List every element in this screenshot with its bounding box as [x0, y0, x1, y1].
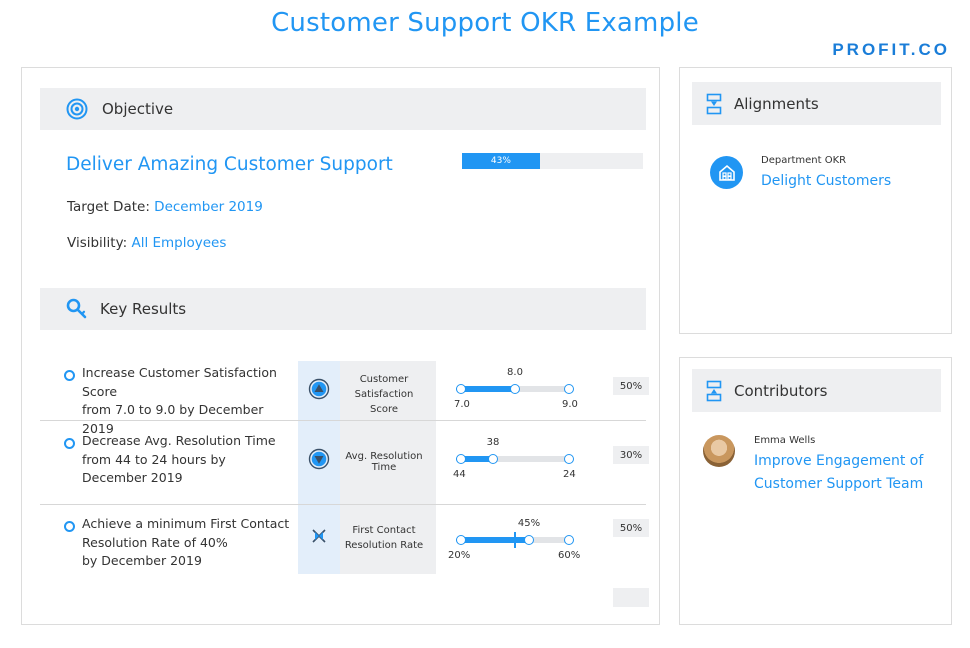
kr-description: Achieve a minimum First Contact Resoluti… [82, 515, 297, 571]
kr-description: Decrease Avg. Resolution Time from 44 to… [82, 432, 297, 488]
kr-description-line: Achieve a minimum First Contact [82, 516, 290, 531]
objective-section-label: Objective [102, 100, 174, 118]
key-icon [66, 298, 87, 319]
target-date-label: Target Date: [67, 199, 150, 215]
contributor-name: Emma Wells [754, 435, 816, 446]
key-results-section-label: Key Results [100, 300, 187, 318]
alignment-caption: Department OKR [761, 155, 847, 166]
objective-title[interactable]: Deliver Amazing Customer Support [66, 154, 393, 175]
kr-percent-badge: 30% [613, 446, 649, 464]
kr-percent-badge: 50% [613, 377, 649, 395]
visibility-label: Visibility: [67, 235, 128, 251]
slider-target-knob [564, 384, 574, 394]
kr-description-line: from 44 to 24 hours by [82, 451, 226, 467]
slider-current-label: 38 [486, 437, 500, 448]
target-date-value[interactable]: December 2019 [154, 199, 263, 215]
slider-threshold-marker [514, 532, 516, 548]
slider-start-label: 44 [453, 469, 466, 480]
kr-progress-slider[interactable]: 8.0 7.0 9.0 [454, 367, 578, 410]
brand-logo: PROFIT.CO [832, 40, 950, 59]
slider-fill [456, 537, 529, 543]
okr-card: Objective Deliver Amazing Customer Suppo… [21, 67, 660, 625]
alignment-icon [706, 93, 722, 114]
kr-metric-line: Customer [359, 374, 409, 385]
slider-current-knob[interactable] [510, 384, 520, 394]
alignments-section-label: Alignments [734, 94, 819, 113]
building-icon [718, 164, 735, 181]
slider-target-knob [564, 535, 574, 545]
objective-header: Objective [40, 88, 646, 130]
kr-description-line: December 2019 [82, 470, 183, 485]
page-title: Customer Support OKR Example [271, 8, 699, 38]
key-result-row[interactable]: Achieve a minimum First Contact Resoluti… [40, 505, 649, 607]
contributor-okr-line: Customer Support Team [754, 476, 924, 492]
unused40 [613, 589, 649, 607]
contributors-header: Contributors [692, 369, 941, 412]
slider-target-label: 60% [558, 550, 581, 561]
kr-description-line: Resolution Rate of 40% [82, 534, 228, 550]
visibility-value[interactable]: All Employees [131, 235, 226, 251]
contributor-icon [706, 380, 722, 401]
kr-description-line: by December 2019 [82, 553, 202, 568]
kr-bullet-icon [64, 370, 75, 381]
slider-start-knob [456, 454, 466, 464]
alignments-card: Alignments Department OKR Delight Custom… [679, 67, 952, 334]
slider-current-knob[interactable] [524, 535, 534, 545]
slider-start-label: 20% [448, 550, 471, 561]
contributors-section-label: Contributors [734, 381, 828, 400]
slider-current-label: 45% [517, 518, 541, 529]
key-results-header: Key Results [40, 288, 646, 330]
target-icon [66, 98, 88, 120]
target-date: Target Date: December 2019 [67, 199, 263, 215]
kr-metric-line: Time [371, 462, 397, 473]
arrow-up-icon [308, 378, 330, 400]
avatar[interactable] [703, 435, 735, 467]
objective-progress-fill: 43% [462, 153, 540, 169]
objective-progress-bar: 43% [462, 153, 643, 169]
kr-progress-slider[interactable]: 38 44 24 [453, 437, 576, 480]
alignments-header: Alignments [692, 82, 941, 125]
contributor-okr-link[interactable]: Improve Engagement of Customer Support T… [754, 450, 923, 496]
slider-start-knob [456, 384, 466, 394]
kr-metric-line: Resolution Rate [344, 540, 424, 551]
key-result-row[interactable]: Increase Customer Satisfaction Score fro… [40, 361, 649, 436]
kr-progress-slider[interactable]: 45% 20% 60% [448, 518, 580, 561]
kr-bullet-icon [64, 438, 75, 449]
arrow-down-icon [308, 448, 330, 470]
kr-metric-line: Avg. Resolution [345, 451, 423, 462]
department-icon [710, 156, 743, 189]
contributors-card: Contributors Emma Wells Improve Engageme… [679, 357, 952, 625]
contributor-okr-line: Improve Engagement of [754, 453, 924, 469]
kr-metric-line: First Contact [352, 525, 416, 536]
visibility: Visibility: All Employees [67, 235, 226, 251]
kr-percent-badge: 50% [613, 519, 649, 537]
slider-start-label: 7.0 [454, 399, 470, 410]
kr-metric-name: Avg. Resolution Time [340, 451, 428, 473]
kr-metric-name: Customer Satisfaction Score [340, 372, 428, 417]
kr-description-line: Decrease Avg. Resolution Time [82, 433, 276, 448]
slider-target-label: 24 [563, 469, 576, 480]
slider-start-knob [456, 535, 466, 545]
slider-current-label: 8.0 [507, 367, 523, 378]
kr-metric-line: Satisfaction Score [354, 389, 414, 415]
threshold-icon [312, 529, 326, 543]
slider-current-knob[interactable] [488, 454, 498, 464]
kr-description-line: Increase Customer Satisfaction Score [82, 365, 277, 399]
slider-target-label: 9.0 [562, 399, 578, 410]
aligned-okr-link[interactable]: Delight Customers [761, 170, 891, 193]
key-result-row[interactable]: Decrease Avg. Resolution Time from 44 to… [40, 421, 649, 505]
kr-metric-name: First Contact Resolution Rate [340, 523, 428, 553]
kr-bullet-icon [64, 521, 75, 532]
slider-target-knob [564, 454, 574, 464]
